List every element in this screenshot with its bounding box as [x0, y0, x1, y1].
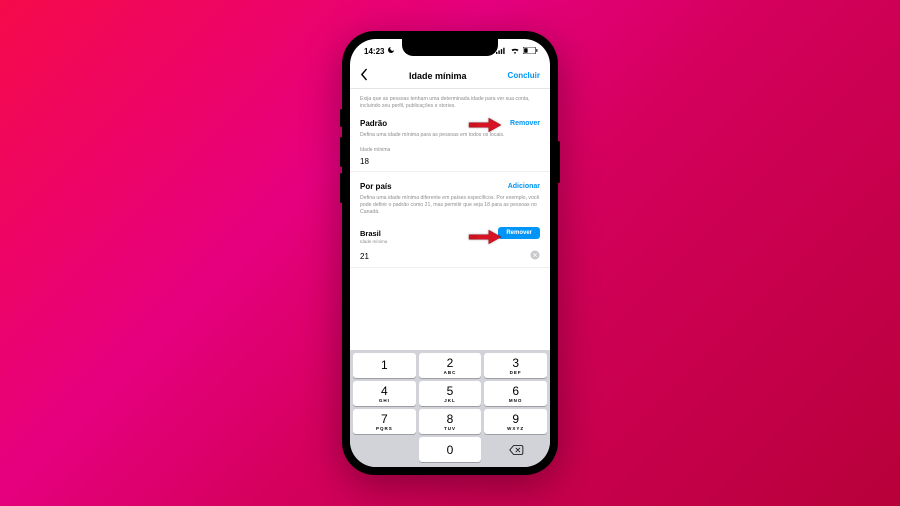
key-1[interactable]: 1: [353, 353, 416, 378]
key-7[interactable]: 7PQRS: [353, 409, 416, 434]
side-button: [340, 173, 342, 203]
intro-text: Exija que as pessoas tenham uma determin…: [350, 89, 550, 115]
key-0[interactable]: 0: [419, 437, 482, 462]
remove-country-button[interactable]: Remover: [498, 227, 540, 239]
side-button: [340, 137, 342, 167]
nav-bar: Idade mínima Concluir: [350, 63, 550, 89]
key-delete[interactable]: [484, 437, 547, 462]
key-4[interactable]: 4GHI: [353, 381, 416, 406]
notch: [402, 39, 498, 56]
remove-default-button[interactable]: Remover: [510, 120, 540, 127]
side-button: [558, 141, 560, 183]
country-age-input[interactable]: 21: [360, 252, 369, 261]
key-3[interactable]: 3DEF: [484, 353, 547, 378]
back-button[interactable]: [360, 68, 368, 84]
battery-icon: [523, 47, 538, 56]
status-time: 14:23: [364, 47, 384, 56]
country-section-desc: Defina uma idade mínima diferente em paí…: [350, 193, 550, 221]
key-5[interactable]: 5JKL: [419, 381, 482, 406]
content-area: Exija que as pessoas tenham uma determin…: [350, 89, 550, 350]
country-name: Brasil: [360, 229, 381, 238]
done-button[interactable]: Concluir: [508, 71, 540, 80]
backspace-icon: [508, 445, 524, 455]
key-2[interactable]: 2ABC: [419, 353, 482, 378]
page-title: Idade mínima: [409, 71, 467, 81]
phone-frame: 14:23 Idade mínima: [342, 31, 558, 475]
screen: 14:23 Idade mínima: [350, 39, 550, 467]
key-8[interactable]: 8TUV: [419, 409, 482, 434]
country-section-title: Por país: [360, 182, 392, 191]
add-country-button[interactable]: Adicionar: [508, 183, 540, 190]
numeric-keyboard: 1 2ABC 3DEF 4GHI 5JKL 6MNO 7PQRS 8TUV 9W…: [350, 350, 550, 467]
default-section-title: Padrão: [360, 119, 387, 128]
key-empty: [353, 437, 416, 462]
key-6[interactable]: 6MNO: [484, 381, 547, 406]
default-section-desc: Defina uma idade mínima para as pessoas …: [350, 130, 550, 144]
clear-icon[interactable]: [530, 250, 540, 262]
key-9[interactable]: 9WXYZ: [484, 409, 547, 434]
side-button: [340, 109, 342, 127]
default-age-label: Idade mínima: [350, 144, 550, 154]
country-age-label: Idade mínima: [350, 239, 550, 247]
default-age-input[interactable]: 18: [360, 157, 369, 166]
moon-icon: [387, 46, 395, 56]
signal-icon: [496, 47, 507, 56]
wifi-icon: [510, 47, 520, 56]
